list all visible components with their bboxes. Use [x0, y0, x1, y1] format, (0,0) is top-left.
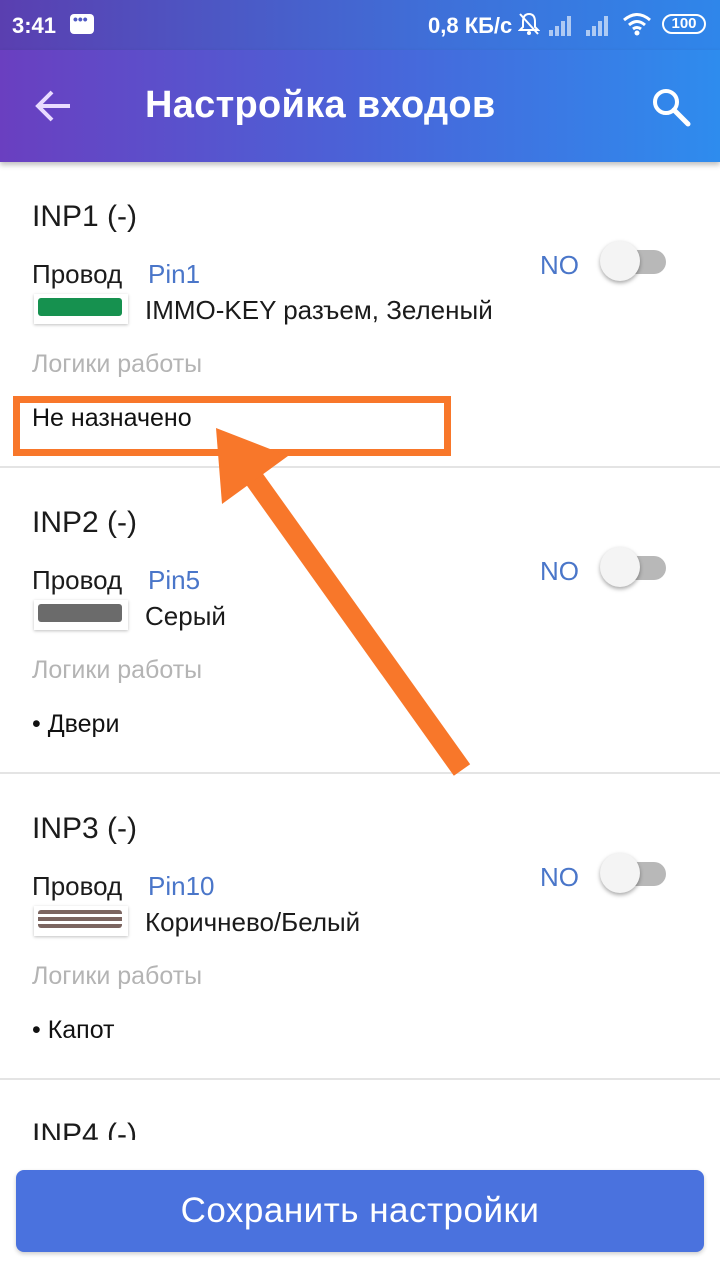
status-time: 3:41: [12, 13, 57, 38]
signal-icon: [586, 16, 608, 36]
mode-label: NO: [540, 556, 579, 586]
input-card-inp4[interactable]: INP4 (-): [0, 1080, 720, 1140]
input-card-inp2[interactable]: INP2 (-) Провод Pin5 Серый Логики работы…: [0, 468, 720, 774]
wire-color-name: Серый: [145, 601, 226, 631]
search-icon[interactable]: [650, 86, 692, 128]
wire-label: Провод: [32, 259, 123, 289]
signal-icon: [549, 16, 571, 36]
status-bar: 3:41 0,8 КБ/с 100: [0, 0, 720, 50]
save-settings-button[interactable]: Сохранить настройки: [16, 1170, 704, 1252]
toggle-knob: [600, 241, 640, 281]
mode-label: NO: [540, 862, 579, 892]
logic-label: Логики работы: [32, 962, 203, 990]
logic-value[interactable]: • Капот: [32, 1016, 115, 1045]
highlight-annotation: [13, 396, 451, 456]
wire-color-swatch: [34, 600, 128, 630]
inputs-list[interactable]: INP1 (-) Провод Pin1 IMMO-KEY разъем, Зе…: [0, 162, 720, 1140]
logic-label: Логики работы: [32, 656, 203, 684]
app-bar: Настройка входов: [0, 50, 720, 162]
input-name: INP3 (-): [32, 812, 137, 845]
pin-value[interactable]: Pin1: [148, 259, 200, 290]
wifi-icon: [623, 13, 651, 36]
mode-label: NO: [540, 250, 579, 280]
message-icon: [70, 11, 94, 34]
arrow-left-icon[interactable]: [34, 88, 74, 124]
enable-toggle[interactable]: [600, 241, 668, 283]
input-name: INP4 (-): [32, 1118, 137, 1140]
enable-toggle[interactable]: [600, 853, 668, 895]
input-name: INP1 (-): [32, 200, 137, 233]
battery-icon: 100: [662, 14, 706, 34]
input-card-inp1[interactable]: INP1 (-) Провод Pin1 IMMO-KEY разъем, Зе…: [0, 162, 720, 468]
toggle-knob: [600, 547, 640, 587]
bell-off-icon: [518, 12, 540, 35]
wire-color-swatch: [34, 294, 128, 324]
pin-value[interactable]: Pin10: [148, 871, 215, 902]
logic-label: Логики работы: [32, 350, 203, 378]
enable-toggle[interactable]: [600, 547, 668, 589]
logic-value[interactable]: • Двери: [32, 710, 119, 739]
wire-label: Провод: [32, 565, 123, 595]
input-card-inp3[interactable]: INP3 (-) Провод Pin10 Коричнево/Белый Ло…: [0, 774, 720, 1080]
network-speed: 0,8 КБ/с: [428, 13, 513, 38]
input-name: INP2 (-): [32, 506, 137, 539]
wire-color-name: Коричнево/Белый: [145, 907, 361, 937]
pin-value[interactable]: Pin5: [148, 565, 200, 596]
wire-color-swatch: [34, 906, 128, 936]
bottom-bar: Сохранить настройки: [0, 1142, 720, 1280]
toggle-knob: [600, 853, 640, 893]
wire-color-name: IMMO-KEY разъем, Зеленый: [145, 295, 493, 325]
page-title: Настройка входов: [145, 84, 496, 126]
striped-fill: [38, 910, 122, 928]
wire-label: Провод: [32, 871, 123, 901]
